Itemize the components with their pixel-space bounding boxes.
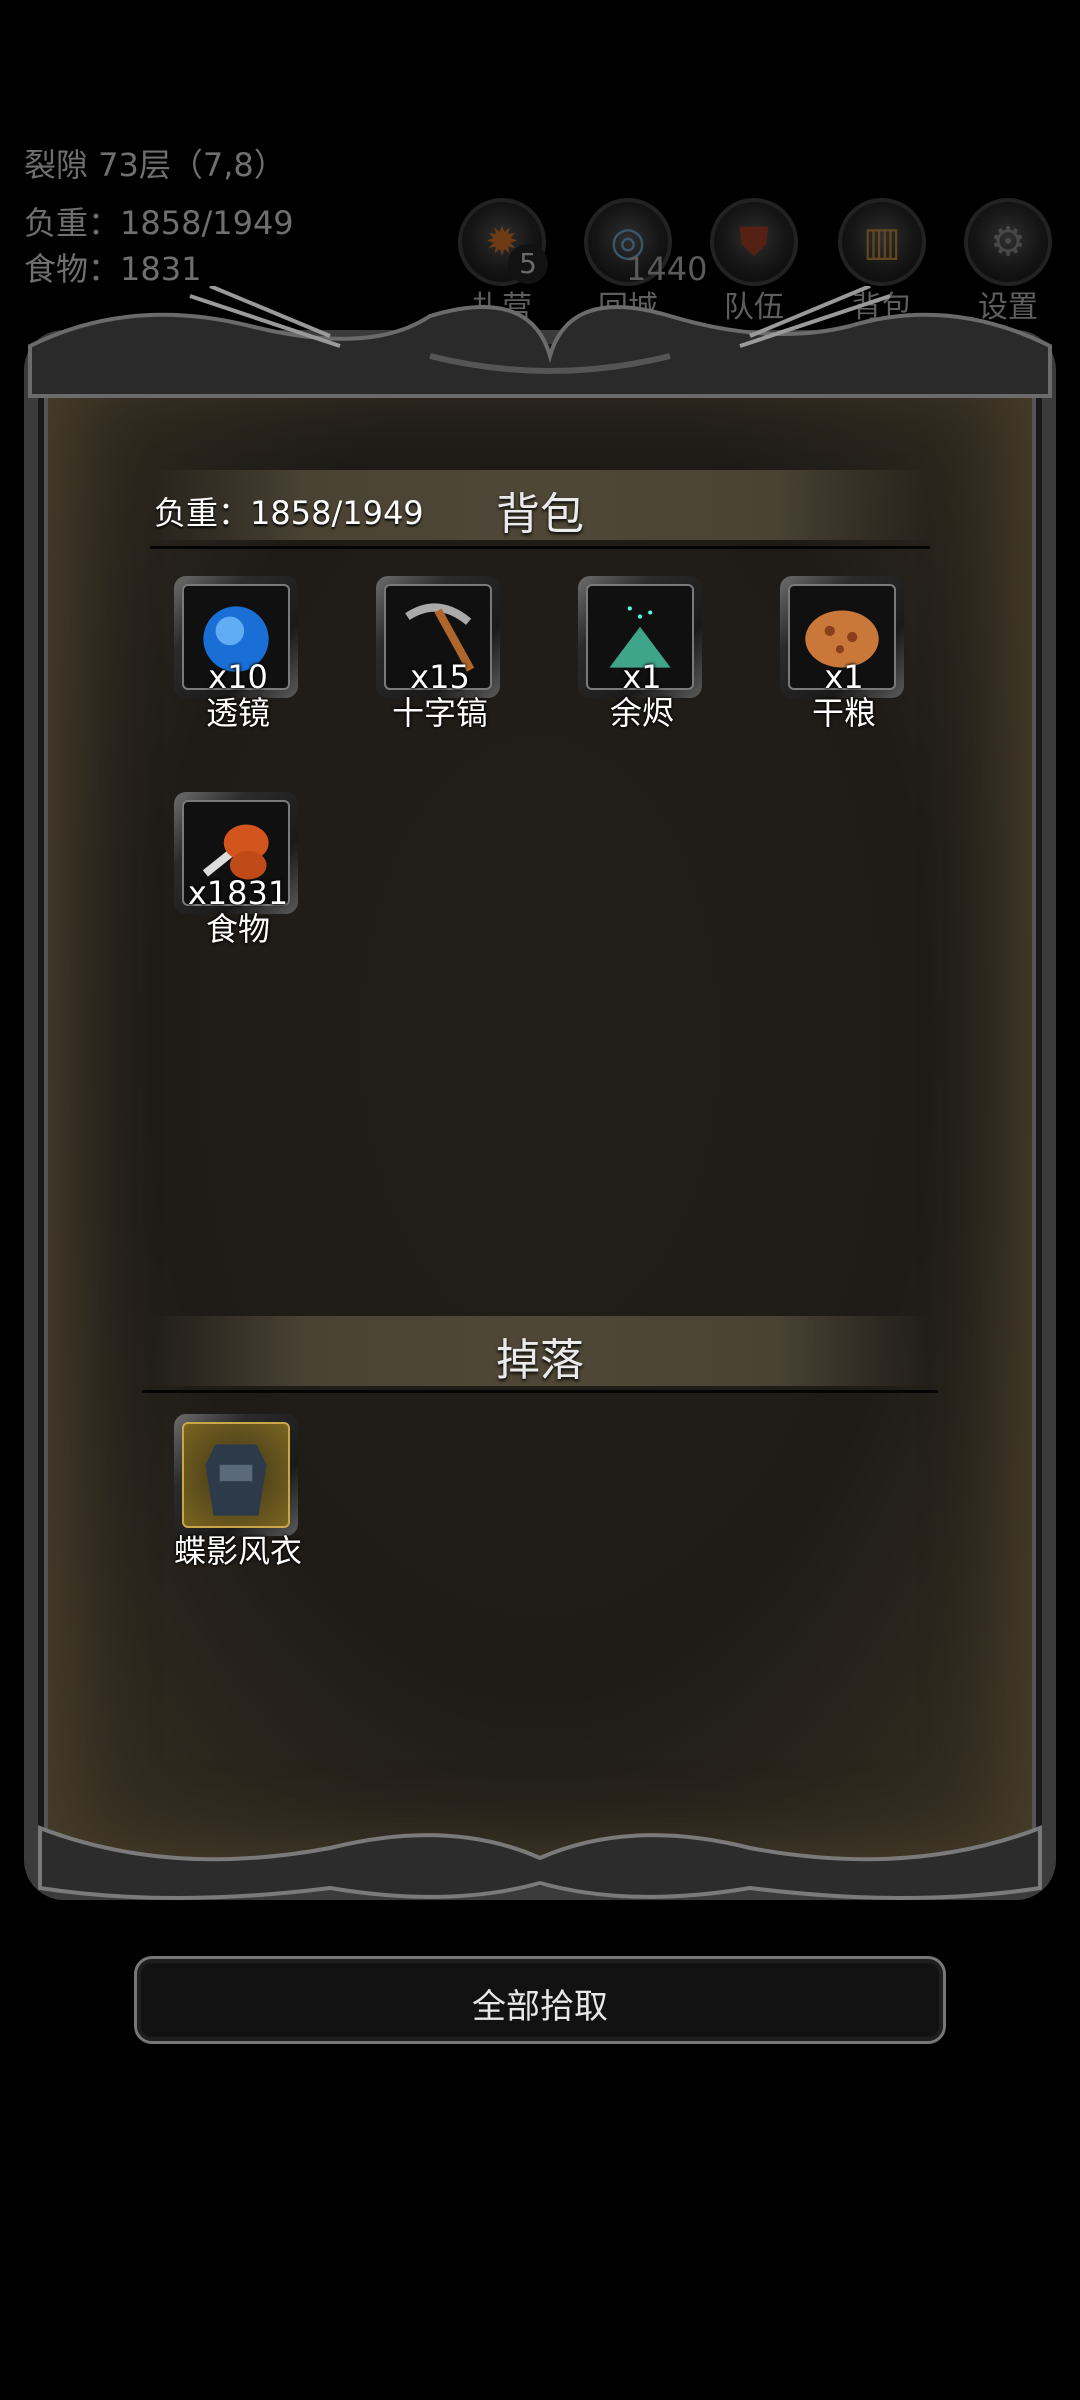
barrel-icon: ▥ bbox=[863, 219, 901, 265]
frame-bottom-ornament bbox=[38, 1825, 1042, 1900]
loot-panel bbox=[24, 330, 1056, 1900]
item-name: 食物 bbox=[205, 910, 270, 948]
bag-item-lens[interactable]: x10 透镜 bbox=[174, 576, 302, 732]
bag-item-food[interactable]: x1831 食物 bbox=[174, 792, 302, 948]
item-name: 余烬 bbox=[609, 694, 674, 732]
frame-top-ornament bbox=[28, 286, 1052, 398]
bag-item-ration[interactable]: x1 干粮 bbox=[780, 576, 908, 732]
pickup-all-label: 全部拾取 bbox=[472, 1987, 608, 2027]
item-name: 干粮 bbox=[811, 694, 876, 732]
shield-icon: ⛊ bbox=[739, 219, 769, 265]
item-name: 透镜 bbox=[205, 694, 270, 732]
bag-weight-label: 负重：1858/1949 bbox=[154, 494, 424, 532]
bag-item-pickaxe[interactable]: x15 十字镐 bbox=[376, 576, 504, 732]
gear-icon: ⚙ bbox=[990, 219, 1026, 265]
drops-divider bbox=[142, 1390, 938, 1393]
weight-info: 负重：1858/1949 bbox=[24, 204, 294, 242]
bag-item-ember[interactable]: x1 余烬 bbox=[578, 576, 706, 732]
drops-header: 掉落 bbox=[150, 1316, 930, 1386]
item-name: 十字镐 bbox=[391, 694, 488, 732]
pickup-all-button[interactable]: 全部拾取 bbox=[134, 1956, 946, 2044]
food-info: 食物：1831 bbox=[24, 250, 202, 288]
gold-value: 1440 bbox=[626, 250, 708, 288]
camp-badge: 5 bbox=[508, 244, 548, 284]
bag-divider bbox=[150, 546, 930, 549]
floor-info: 裂隙 73层（7,8） bbox=[24, 146, 286, 184]
coat-icon bbox=[205, 1444, 267, 1516]
drop-item-coat[interactable]: 蝶影风衣 bbox=[174, 1414, 302, 1570]
item-name: 蝶影风衣 bbox=[173, 1532, 302, 1570]
drops-title: 掉落 bbox=[496, 1335, 584, 1386]
